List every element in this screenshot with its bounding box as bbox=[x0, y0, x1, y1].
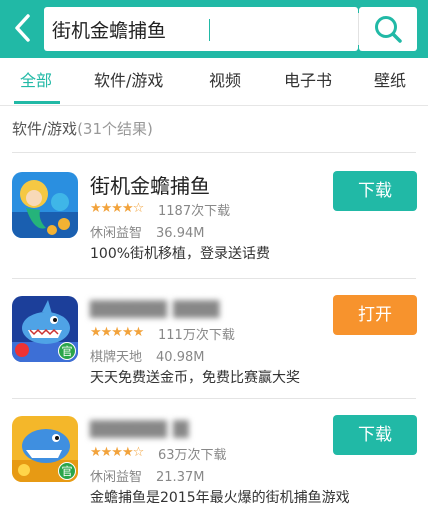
tab-software-games[interactable]: 软件/游戏 bbox=[94, 58, 163, 106]
list-item[interactable]: 官 ▆▆▆▆▆ ▆ ★★★★☆ 63万次下载 休闲益智 21.37M 金蟾捕鱼是2… bbox=[0, 400, 428, 520]
download-count: 1187次下载 bbox=[158, 204, 231, 219]
app-description: 100%街机移植，登录送话费 bbox=[90, 246, 271, 262]
divider bbox=[12, 278, 416, 279]
official-badge: 官 bbox=[58, 462, 76, 480]
section-label: 软件/游戏 bbox=[12, 120, 78, 138]
app-meta: 休闲益智 36.94M bbox=[90, 222, 204, 241]
tab-all[interactable]: 全部 bbox=[20, 58, 52, 106]
search-header bbox=[0, 0, 428, 58]
download-count: 63万次下载 bbox=[158, 448, 227, 463]
app-category: 休闲益智 bbox=[90, 470, 143, 485]
app-name[interactable]: ▆▆▆▆▆ ▆ bbox=[90, 414, 189, 438]
section-title: 软件/游戏(31个结果) bbox=[12, 118, 153, 139]
download-button[interactable]: 下载 bbox=[333, 415, 417, 455]
text-cursor bbox=[209, 19, 210, 41]
app-size: 21.37M bbox=[156, 470, 205, 485]
divider bbox=[12, 152, 416, 153]
divider bbox=[12, 398, 416, 399]
search-input[interactable] bbox=[52, 7, 358, 51]
search-button[interactable] bbox=[359, 7, 417, 51]
tab-ebook[interactable]: 电子书 bbox=[284, 58, 332, 106]
category-tabs: 全部 软件/游戏 视频 电子书 壁纸 bbox=[0, 58, 428, 106]
active-tab-indicator bbox=[14, 101, 60, 104]
app-name[interactable]: ▆▆▆▆▆ ▆▆▆ bbox=[90, 294, 219, 318]
result-count: (31个结果) bbox=[77, 120, 153, 138]
back-arrow-icon[interactable] bbox=[10, 10, 36, 46]
app-category: 休闲益智 bbox=[90, 226, 143, 241]
rating-stars: ★★★★☆ bbox=[90, 445, 144, 460]
app-category: 棋牌天地 bbox=[90, 350, 143, 365]
download-count: 111万次下载 bbox=[158, 328, 235, 343]
open-button[interactable]: 打开 bbox=[333, 295, 417, 335]
app-icon-shark: 官 bbox=[12, 296, 78, 362]
app-description: 金蟾捕鱼是2015年最火爆的街机捕鱼游戏 bbox=[90, 490, 350, 506]
app-meta: 休闲益智 21.37M bbox=[90, 466, 204, 485]
official-badge: 官 bbox=[58, 342, 76, 360]
tab-video[interactable]: 视频 bbox=[209, 58, 241, 106]
tab-wallpaper[interactable]: 壁纸 bbox=[374, 58, 406, 106]
app-icon-fish: 官 bbox=[12, 416, 78, 482]
search-icon bbox=[375, 16, 402, 43]
list-item[interactable]: 官 ▆▆▆▆▆ ▆▆▆ ★★★★★ 111万次下载 棋牌天地 40.98M 天天免… bbox=[0, 280, 428, 400]
app-name[interactable]: 街机金蟾捕鱼 bbox=[90, 170, 210, 199]
download-button[interactable]: 下载 bbox=[333, 171, 417, 211]
app-size: 36.94M bbox=[156, 226, 205, 241]
search-field[interactable] bbox=[44, 7, 358, 51]
app-size: 40.98M bbox=[156, 350, 205, 365]
app-description: 天天免费送金币，免费比赛赢大奖 bbox=[90, 370, 300, 386]
rating-stars: ★★★★★ bbox=[90, 325, 144, 340]
app-meta: 棋牌天地 40.98M bbox=[90, 346, 204, 365]
list-item[interactable]: 街机金蟾捕鱼 ★★★★☆ 1187次下载 休闲益智 36.94M 100%街机移植… bbox=[0, 156, 428, 276]
rating-stars: ★★★★☆ bbox=[90, 201, 144, 216]
app-icon-mermaid bbox=[12, 172, 78, 238]
